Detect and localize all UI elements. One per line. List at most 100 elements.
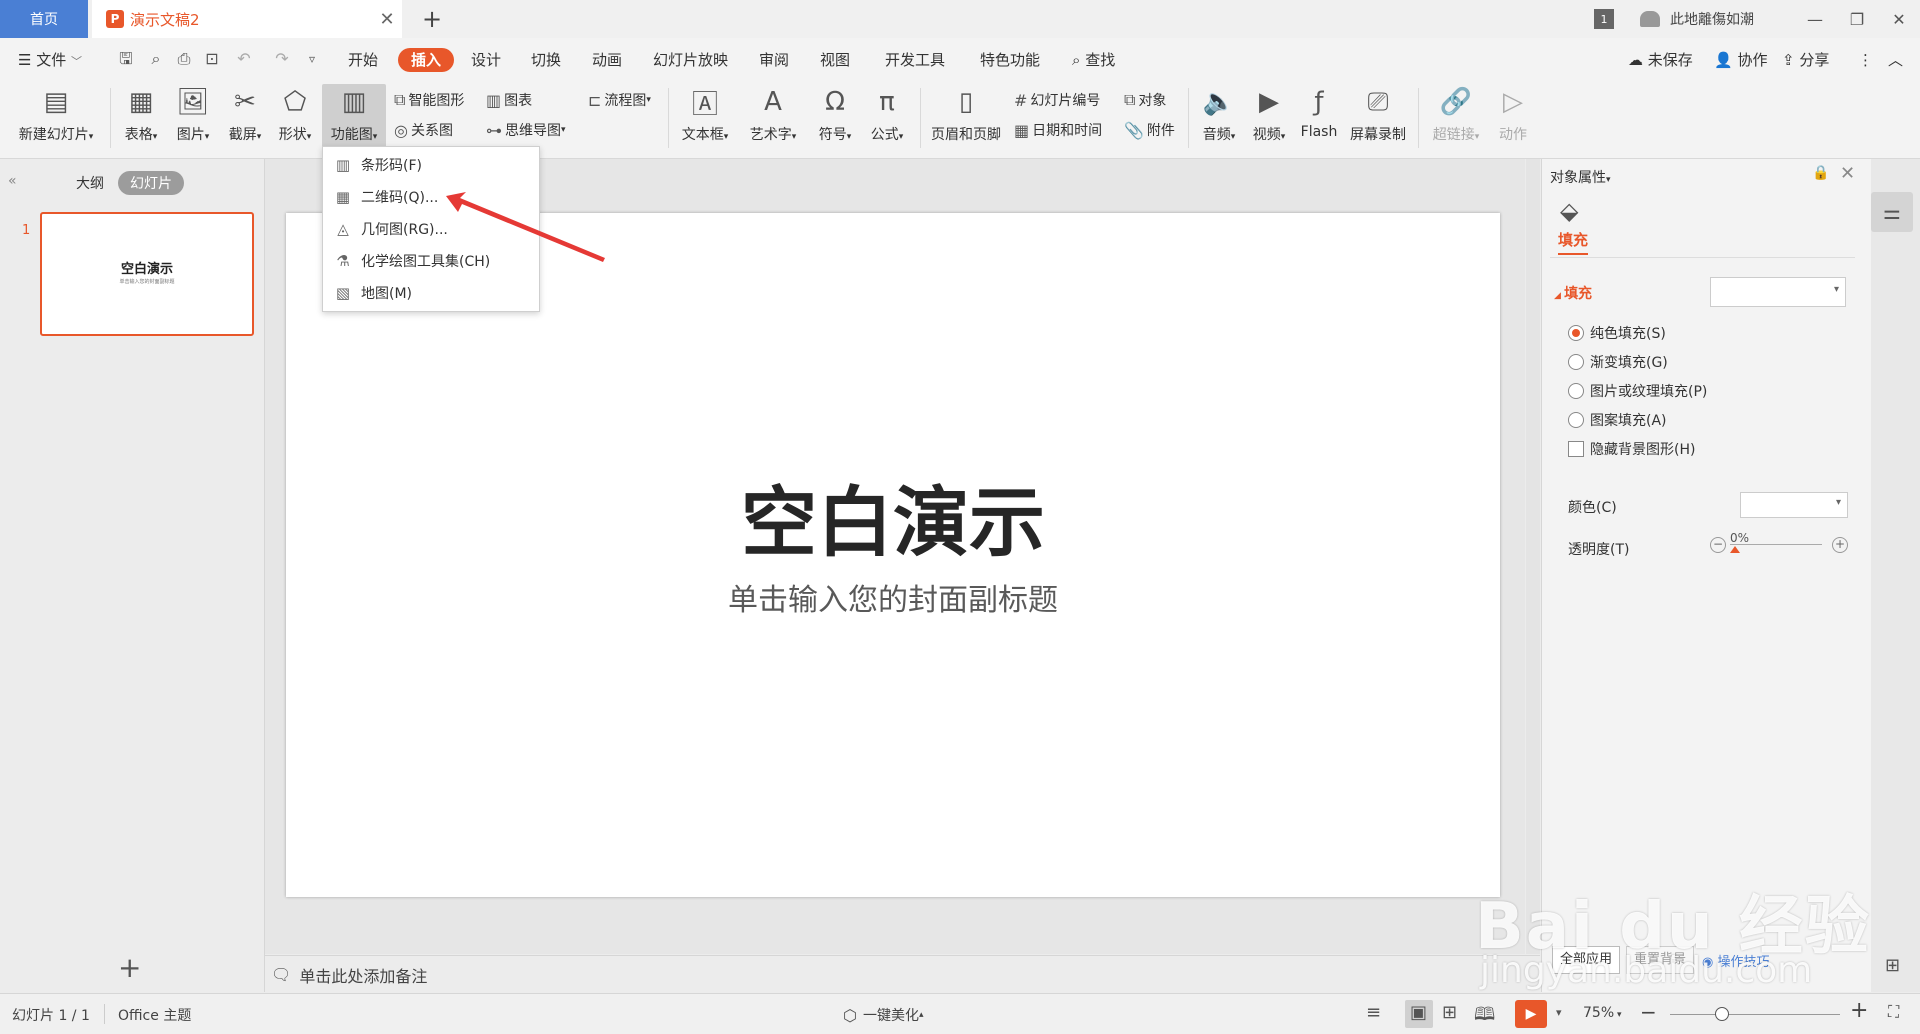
slide-number-button[interactable]: # 幻灯片编号 <box>1014 90 1100 110</box>
option-picture-fill[interactable]: 图片或纹理填充(P) <box>1568 381 1707 401</box>
radio-solid-fill[interactable] <box>1568 325 1584 341</box>
tab-transition[interactable]: 切换 <box>531 48 561 72</box>
close-tab-icon[interactable]: ✕ <box>372 9 402 30</box>
tab-start[interactable]: 开始 <box>348 48 378 72</box>
smart-graphic-button[interactable]: ⧉ 智能图形 <box>394 90 464 110</box>
tab-insert[interactable]: 插入 <box>398 48 455 72</box>
radio-picture-fill[interactable] <box>1568 383 1584 399</box>
fit-window-icon[interactable]: ⛶ <box>1888 1002 1899 1022</box>
save-icon[interactable]: 🖫 <box>116 49 136 69</box>
radio-gradient-fill[interactable] <box>1568 354 1584 370</box>
flash-button[interactable]: ƒ Flash <box>1296 84 1342 152</box>
fill-section-header[interactable]: ◢ 填充 <box>1554 283 1592 303</box>
search-button[interactable]: ⌕ 查找 <box>1072 48 1115 72</box>
file-menu[interactable]: ☰ 文件 ﹀ <box>18 48 82 72</box>
collab-button[interactable]: 👤 协作 <box>1714 48 1767 72</box>
new-tab-button[interactable]: + <box>415 0 449 38</box>
chart-button[interactable]: ▥ 图表 <box>486 90 532 110</box>
document-tab[interactable]: P 演示文稿2 ✕ <box>92 0 402 38</box>
tab-design[interactable]: 设计 <box>471 48 501 72</box>
new-slide-button[interactable]: ▤ 新建幻灯片▾ <box>10 84 102 152</box>
menu-item-barcode[interactable]: ▥ 条形码(F) <box>323 149 539 181</box>
slide-canvas[interactable]: 空白演示 单击输入您的封面副标题 <box>286 213 1500 897</box>
action-button[interactable]: ▷ 动作 <box>1492 84 1534 152</box>
zoom-slider-handle[interactable] <box>1715 1007 1729 1021</box>
home-tab[interactable]: 首页 <box>0 0 88 38</box>
zoom-in-button[interactable]: + <box>1850 998 1868 1023</box>
tab-developer[interactable]: 开发工具 <box>885 48 945 72</box>
slide-thumbnail[interactable]: 空白演示 单击输入您的封面副标题 <box>40 212 254 336</box>
theme-name[interactable]: Office 主题 <box>118 1005 191 1025</box>
formula-button[interactable]: π 公式▾ <box>864 84 910 152</box>
color-select[interactable]: ▾ <box>1740 492 1848 518</box>
panel-title[interactable]: 对象属性▾ <box>1550 167 1611 187</box>
collapse-ribbon-icon[interactable]: ︿ <box>1888 48 1903 72</box>
datetime-button[interactable]: ▦ 日期和时间 <box>1014 120 1102 140</box>
minimize-icon[interactable]: — <box>1794 10 1836 29</box>
option-pattern-fill[interactable]: 图案填充(A) <box>1568 410 1667 430</box>
close-window-icon[interactable]: ✕ <box>1878 10 1920 29</box>
flowchart-button[interactable]: ⊏ 流程图 ▾ <box>588 90 651 110</box>
notes-bar[interactable]: 🗨 单击此处添加备注 <box>265 955 1540 993</box>
beautify-button[interactable]: ⬡ 一键美化 ▴ <box>843 1005 924 1025</box>
notes-toggle-icon[interactable]: ≡ <box>1366 1002 1381 1023</box>
properties-sliders-icon[interactable]: ⚌ <box>1871 192 1913 232</box>
reading-view-icon[interactable]: 🕮 <box>1474 1002 1495 1032</box>
mind-map-button[interactable]: ⊶ 思维导图 ▾ <box>486 120 566 140</box>
object-button[interactable]: ⧉ 对象 <box>1124 90 1166 110</box>
menu-item-map[interactable]: ▧ 地图(M) <box>323 277 539 309</box>
slide-title[interactable]: 空白演示 <box>286 461 1500 571</box>
shape-button[interactable]: ⬠ 形状▾ <box>272 84 318 152</box>
add-slide-icon[interactable]: + <box>118 951 141 984</box>
function-chart-button[interactable]: ▥ 功能图▾ <box>322 84 386 152</box>
tab-slides[interactable]: 幻灯片 <box>118 171 184 195</box>
restore-icon[interactable]: ❐ <box>1836 10 1878 29</box>
tab-animation[interactable]: 动画 <box>592 48 622 72</box>
slide-sorter-icon[interactable]: ⊞ <box>1442 1002 1457 1023</box>
radio-pattern-fill[interactable] <box>1568 412 1584 428</box>
collapse-left-icon[interactable]: « <box>8 173 17 189</box>
slide-subtitle[interactable]: 单击输入您的封面副标题 <box>286 575 1500 619</box>
play-options-icon[interactable]: ▾ <box>1556 1006 1562 1019</box>
redo-icon[interactable]: ↷ <box>272 49 292 69</box>
grid-icon[interactable]: ⊞ <box>1885 955 1900 976</box>
close-icon[interactable]: ✕ <box>1840 163 1855 184</box>
zoom-level[interactable]: 75% ▾ <box>1583 1005 1622 1021</box>
vertical-scrollbar[interactable] <box>1526 159 1540 954</box>
attachment-button[interactable]: 📎 附件 <box>1124 120 1175 140</box>
audio-button[interactable]: 🔈 音频▾ <box>1196 84 1242 152</box>
tab-outline[interactable]: 大纲 <box>76 173 104 193</box>
screen-record-button[interactable]: ⎚ 屏幕录制 <box>1346 84 1410 152</box>
window-count-badge[interactable]: 1 <box>1594 9 1614 29</box>
option-hide-bg-graphics[interactable]: 隐藏背景图形(H) <box>1568 439 1695 459</box>
more-icon[interactable]: ⋮ <box>1858 48 1873 72</box>
unsaved-button[interactable]: ☁ 未保存 <box>1628 48 1693 72</box>
paint-bucket-icon[interactable]: ⬙ <box>1560 197 1578 225</box>
option-solid-fill[interactable]: 纯色填充(S) <box>1568 323 1666 343</box>
video-button[interactable]: ▶ 视频▾ <box>1246 84 1292 152</box>
tab-view[interactable]: 视图 <box>820 48 850 72</box>
lock-icon[interactable]: 🔒 <box>1812 165 1829 181</box>
picture-button[interactable]: 🖼 图片▾ <box>170 84 216 152</box>
hyperlink-button[interactable]: 🔗 超链接▾ <box>1428 84 1484 152</box>
textbox-button[interactable]: 🄰 文本框▾ <box>676 84 734 152</box>
zoom-slider[interactable] <box>1670 1014 1840 1015</box>
share-button[interactable]: ⇪ 分享 <box>1782 48 1829 72</box>
tab-slideshow[interactable]: 幻灯片放映 <box>653 48 728 72</box>
play-slideshow-button[interactable]: ▶ <box>1515 1000 1547 1028</box>
fill-color-select[interactable]: ▾ <box>1710 277 1846 307</box>
transparency-decrease-button[interactable]: − <box>1710 537 1726 553</box>
checkbox-hide-bg-graphics[interactable] <box>1568 441 1584 457</box>
symbol-button[interactable]: Ω 符号▾ <box>812 84 858 152</box>
screenshot-button[interactable]: ✂ 截屏▾ <box>222 84 268 152</box>
tab-features[interactable]: 特色功能 <box>980 48 1040 72</box>
format-painter-icon[interactable]: ⌕ <box>146 49 166 69</box>
option-gradient-fill[interactable]: 渐变填充(G) <box>1568 352 1668 372</box>
print-icon[interactable]: ⎙ <box>174 49 194 69</box>
relation-chart-button[interactable]: ◎ 关系图 <box>394 120 453 140</box>
undo-icon[interactable]: ↶ <box>234 49 254 69</box>
transparency-slider[interactable] <box>1730 544 1822 545</box>
transparency-increase-button[interactable]: + <box>1832 537 1848 553</box>
tab-review[interactable]: 审阅 <box>759 48 789 72</box>
header-footer-button[interactable]: ▯ 页眉和页脚 <box>926 84 1006 152</box>
